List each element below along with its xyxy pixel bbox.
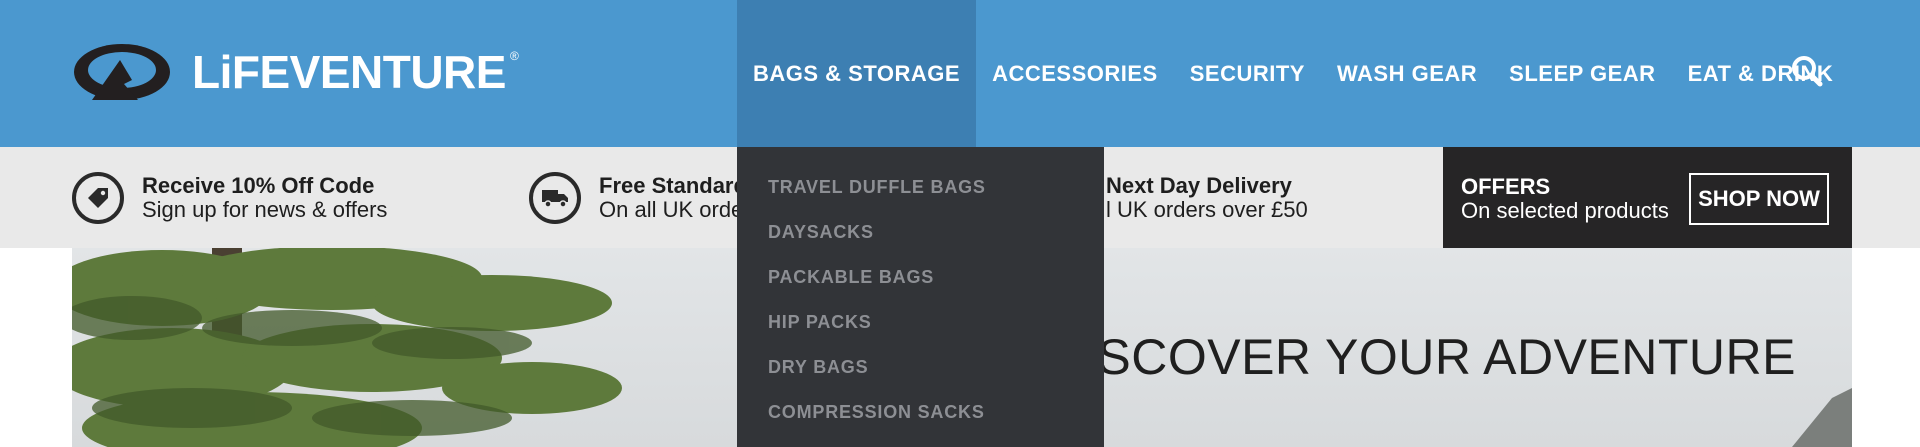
nav-item-accessories[interactable]: ACCESSORIES bbox=[976, 0, 1174, 147]
benefit-title: Next Day Delivery bbox=[1106, 172, 1292, 198]
search-icon[interactable] bbox=[1790, 54, 1824, 88]
benefit-subtitle: Sign up for news & offers bbox=[142, 196, 388, 222]
dropdown-item-daysacks[interactable]: DAYSACKS bbox=[768, 222, 874, 243]
nav-item-security[interactable]: SECURITY bbox=[1174, 0, 1321, 147]
nav-item-bags-storage[interactable]: BAGS & STORAGE bbox=[737, 0, 977, 147]
truck-icon bbox=[529, 171, 581, 224]
offers-title: OFFERS bbox=[1461, 174, 1551, 199]
benefit-subtitle: l UK orders over £50 bbox=[1106, 196, 1308, 222]
dropdown-item-travel-duffle-bags[interactable]: TRAVEL DUFFLE BAGS bbox=[768, 177, 986, 198]
benefit-discount[interactable]: Receive 10% Off Code Sign up for news & … bbox=[72, 147, 387, 248]
brand-name: LiFEVENTURE bbox=[192, 46, 506, 98]
benefit-subtitle: On all UK order bbox=[599, 196, 751, 222]
benefit-free-delivery[interactable]: Free Standard On all UK order bbox=[529, 147, 751, 248]
main-nav: BAGS & STORAGE ACCESSORIES SECURITY WASH… bbox=[737, 0, 1849, 147]
tag-icon bbox=[72, 171, 124, 224]
hero-headline: DISCOVER YOUR ADVENTURE bbox=[1046, 329, 1796, 385]
dropdown-item-compression-sacks[interactable]: COMPRESSION SACKS bbox=[768, 402, 985, 423]
offers-subtitle: On selected products bbox=[1461, 198, 1669, 223]
benefit-title: Free Standard bbox=[599, 172, 747, 198]
brand-logo[interactable]: LiFEVENTURE ® bbox=[72, 40, 519, 104]
brand-registered-mark: ® bbox=[509, 49, 519, 63]
logo-mark-icon bbox=[74, 44, 170, 100]
benefit-title: Receive 10% Off Code bbox=[142, 172, 375, 198]
nav-item-sleep-gear[interactable]: SLEEP GEAR bbox=[1493, 0, 1671, 147]
bags-storage-dropdown: TRAVEL DUFFLE BAGS DAYSACKS PACKABLE BAG… bbox=[737, 147, 1104, 447]
dropdown-item-dry-bags[interactable]: DRY BAGS bbox=[768, 357, 868, 378]
dropdown-item-packable-bags[interactable]: PACKABLE BAGS bbox=[768, 267, 934, 288]
shop-now-button[interactable]: SHOP NOW bbox=[1689, 173, 1829, 225]
nav-item-wash-gear[interactable]: WASH GEAR bbox=[1321, 0, 1493, 147]
offers-panel: OFFERS On selected products SHOP NOW bbox=[1443, 147, 1852, 248]
dropdown-item-hip-packs[interactable]: HIP PACKS bbox=[768, 312, 872, 333]
benefit-next-day-delivery[interactable]: Next Day Delivery l UK orders over £50 bbox=[1106, 147, 1308, 248]
site-header: LiFEVENTURE ® BAGS & STORAGE ACCESSORIES… bbox=[0, 0, 1920, 147]
